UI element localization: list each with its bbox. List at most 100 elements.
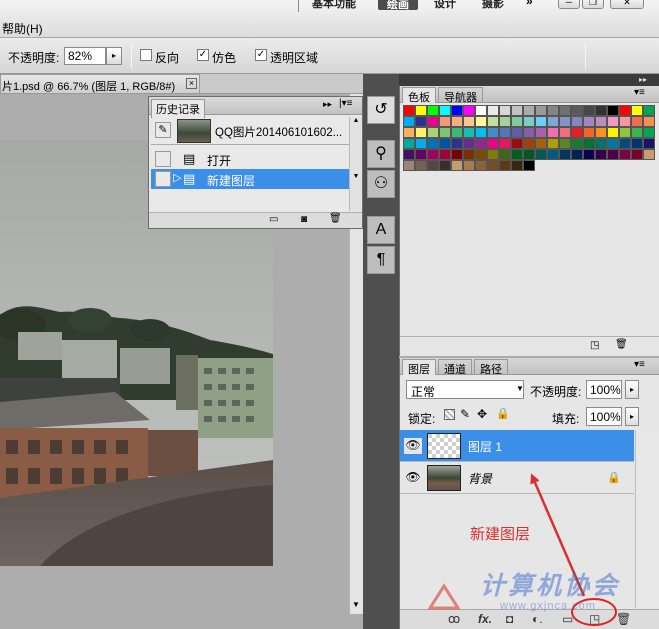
color-swatch[interactable]	[619, 116, 631, 127]
color-swatch[interactable]	[631, 105, 643, 116]
lock-brush-icon[interactable]: ✎	[460, 407, 470, 421]
color-swatch[interactable]	[415, 127, 427, 138]
lock-all-icon[interactable]: 🔒	[496, 407, 510, 420]
workspace-more-button[interactable]: »	[526, 0, 533, 8]
eye-icon[interactable]: 👁	[404, 470, 422, 486]
color-swatch[interactable]	[487, 127, 499, 138]
color-swatch[interactable]	[523, 138, 535, 149]
history-step-checkbox[interactable]	[155, 171, 171, 187]
color-swatch[interactable]	[571, 105, 583, 116]
color-swatch[interactable]	[511, 138, 523, 149]
color-swatch[interactable]	[595, 149, 607, 160]
color-swatch[interactable]	[415, 105, 427, 116]
color-swatch[interactable]	[415, 160, 427, 171]
color-swatch[interactable]	[487, 105, 499, 116]
color-swatch[interactable]	[463, 138, 475, 149]
color-swatch[interactable]	[499, 105, 511, 116]
document-tab[interactable]: 片1.psd @ 66.7% (图层 1, RGB/8#) ×	[0, 74, 200, 94]
workspace-design[interactable]: 设计	[434, 0, 456, 11]
color-swatch[interactable]	[619, 149, 631, 160]
fx-icon[interactable]: fx.	[478, 612, 492, 626]
workspace-essentials[interactable]: 基本功能	[312, 0, 356, 11]
color-swatch[interactable]	[451, 105, 463, 116]
lock-move-icon[interactable]: ✥	[477, 407, 487, 421]
color-swatch[interactable]	[451, 160, 463, 171]
color-swatch[interactable]	[547, 127, 559, 138]
color-swatch[interactable]	[451, 116, 463, 127]
color-swatch[interactable]	[523, 105, 535, 116]
color-swatch[interactable]	[631, 149, 643, 160]
tab-history[interactable]: 历史记录	[151, 99, 205, 118]
color-swatch[interactable]	[415, 116, 427, 127]
color-swatch[interactable]	[547, 149, 559, 160]
history-step[interactable]: ▤ 打开	[151, 149, 349, 169]
eye-icon[interactable]: 👁	[404, 438, 422, 454]
color-swatch[interactable]	[511, 149, 523, 160]
color-swatch[interactable]	[559, 127, 571, 138]
color-swatch[interactable]	[631, 116, 643, 127]
color-swatch[interactable]	[475, 149, 487, 160]
color-swatch[interactable]	[511, 116, 523, 127]
color-swatch[interactable]	[535, 127, 547, 138]
color-swatch[interactable]	[499, 116, 511, 127]
color-swatch[interactable]	[607, 105, 619, 116]
color-swatch[interactable]	[523, 160, 535, 171]
color-swatch[interactable]	[595, 138, 607, 149]
history-step-checkbox[interactable]	[155, 151, 171, 167]
color-swatch[interactable]	[415, 138, 427, 149]
color-swatch[interactable]	[643, 105, 655, 116]
panel-menu-icon[interactable]: |▾≡	[339, 98, 352, 109]
layer-name[interactable]: 图层 1	[468, 438, 502, 455]
color-swatch[interactable]	[559, 138, 571, 149]
color-swatch[interactable]	[571, 127, 583, 138]
color-swatch[interactable]	[595, 127, 607, 138]
adjustment-icon[interactable]: ◐.	[532, 612, 543, 626]
new-layer-icon[interactable]: ◳	[589, 612, 600, 626]
color-swatch[interactable]	[439, 105, 451, 116]
color-swatch[interactable]	[427, 127, 439, 138]
collapse-right-icon[interactable]: ▸▸	[639, 75, 647, 84]
color-swatch[interactable]	[583, 116, 595, 127]
color-swatch[interactable]	[583, 127, 595, 138]
color-swatch[interactable]	[547, 138, 559, 149]
color-swatch[interactable]	[499, 138, 511, 149]
color-swatch[interactable]	[463, 116, 475, 127]
layer-name[interactable]: 背景	[468, 470, 492, 487]
color-swatch[interactable]	[403, 160, 415, 171]
new-swatch-icon[interactable]: ◳	[590, 340, 599, 351]
color-swatch[interactable]	[499, 149, 511, 160]
color-swatch[interactable]	[511, 105, 523, 116]
opacity-slider-icon[interactable]: ▸	[106, 47, 122, 65]
color-swatch[interactable]	[619, 138, 631, 149]
history-snapshot[interactable]: ✎ QQ图片201406101602...	[151, 117, 349, 145]
color-swatch[interactable]	[487, 138, 499, 149]
color-swatch[interactable]	[631, 127, 643, 138]
restore-icon[interactable]: ❐	[582, 0, 604, 9]
character-icon[interactable]: A	[367, 216, 395, 244]
new-document-icon[interactable]: ▭	[269, 214, 278, 225]
color-swatch[interactable]	[607, 127, 619, 138]
color-swatch[interactable]	[607, 149, 619, 160]
color-swatch[interactable]	[475, 160, 487, 171]
history-panel-icon[interactable]: ↺	[367, 96, 395, 124]
close-icon[interactable]: ×	[186, 78, 197, 89]
minimize-icon[interactable]: ─	[558, 0, 580, 9]
color-swatch[interactable]	[535, 149, 547, 160]
color-swatch[interactable]	[583, 149, 595, 160]
layer-opacity-input[interactable]: 100%	[586, 380, 622, 399]
color-swatch[interactable]	[523, 149, 535, 160]
menu-help[interactable]: 帮助(H)	[2, 20, 43, 37]
color-swatch[interactable]	[595, 116, 607, 127]
color-swatch[interactable]	[403, 138, 415, 149]
color-swatch[interactable]	[439, 149, 451, 160]
color-swatch[interactable]	[403, 105, 415, 116]
opacity-slider-icon[interactable]: ▸	[625, 380, 639, 399]
color-swatch[interactable]	[487, 160, 499, 171]
group-folder-icon[interactable]: ▭	[562, 612, 573, 626]
color-swatch[interactable]	[571, 138, 583, 149]
opacity-input[interactable]: 82%	[64, 47, 106, 65]
reverse-checkbox[interactable]	[140, 49, 152, 61]
color-swatch[interactable]	[439, 160, 451, 171]
color-swatch[interactable]	[439, 138, 451, 149]
color-swatch[interactable]	[427, 149, 439, 160]
